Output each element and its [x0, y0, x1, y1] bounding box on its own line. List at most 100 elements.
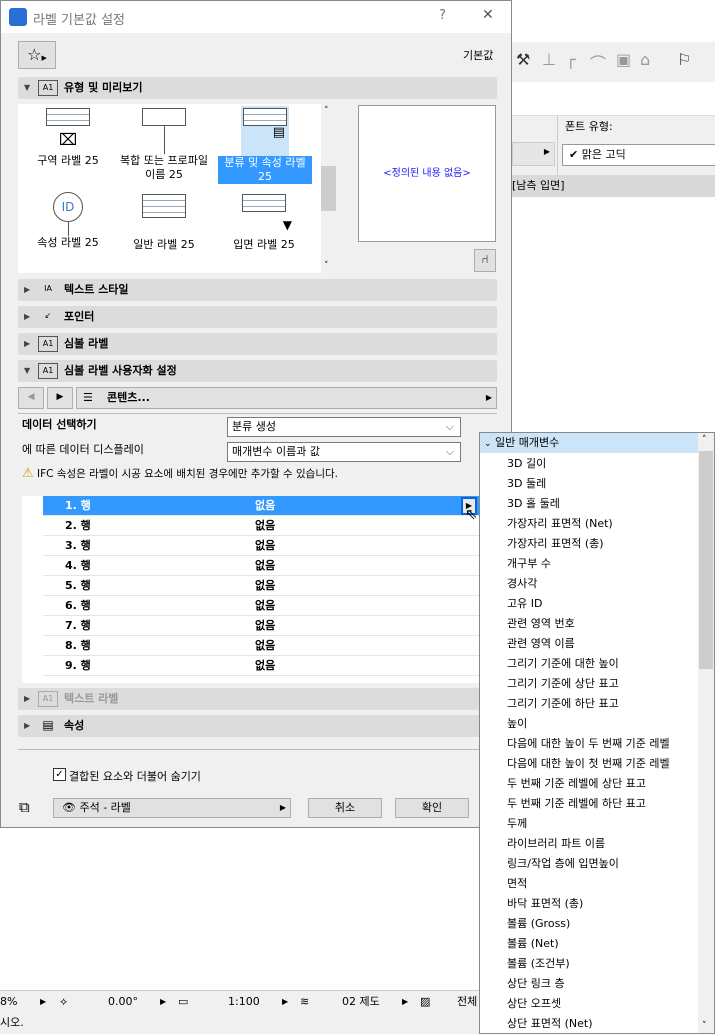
ruler-icon: ▭: [178, 995, 189, 1008]
tool-icon[interactable]: ┌: [566, 50, 576, 69]
cancel-button[interactable]: 취소: [308, 798, 382, 818]
rows-table: 1. 행 없음 2. 행 없음 3. 행 없음 4. 행 없음 5. 행 없음 6. 행 없음 7. 행…: [22, 496, 479, 683]
label-type-item[interactable]: 일반 라벨 25: [118, 194, 210, 252]
chevron-down-icon: ⌄: [484, 439, 492, 449]
prev-button[interactable]: ◀: [18, 387, 44, 409]
symbol-custom-icon: A1: [38, 363, 58, 379]
section-pointer[interactable]: ▶ ↙ 포인터: [18, 306, 497, 328]
data-select-dropdown[interactable]: 분류 생성 ⌵: [227, 417, 461, 437]
section-text-style[interactable]: ▶ IA 텍스트 스타일: [18, 279, 497, 301]
parameter-item[interactable]: 관련 영역 이름: [507, 634, 575, 654]
section-type-preview[interactable]: ▼ A1 유형 및 미리보기: [18, 77, 497, 99]
parameter-item[interactable]: 높이: [507, 714, 527, 734]
parameter-item[interactable]: 개구부 수: [507, 554, 551, 574]
parameter-item[interactable]: 상단 표면적 (Net): [507, 1014, 593, 1034]
toolbar: ⚒ ⊥ ┌ ⌒ ▣ ⌂ ⚐: [512, 42, 715, 82]
arrow-icon[interactable]: ▶: [40, 991, 46, 1013]
table-row[interactable]: 9. 행 없음: [43, 656, 479, 676]
parameter-item[interactable]: 상단 오프셋: [507, 994, 561, 1014]
model-view-value[interactable]: 전체: [457, 991, 477, 1013]
parameter-group-header[interactable]: ⌄ 일반 매개변수: [480, 433, 698, 453]
label-type-item[interactable]: ⌧ 구역 라벨 25: [22, 108, 114, 168]
parameter-item[interactable]: 다음에 대한 높이 두 번째 기준 레벨: [507, 734, 670, 754]
parameter-item[interactable]: 3D 둘레: [507, 474, 546, 494]
table-row[interactable]: 4. 행 없음: [43, 556, 479, 576]
parameter-item[interactable]: 두께: [507, 814, 527, 834]
scrollbar-thumb[interactable]: [321, 166, 336, 211]
parameter-item[interactable]: 면적: [507, 874, 527, 894]
parameter-item[interactable]: 고유 ID: [507, 594, 542, 614]
text-label-icon: A1: [38, 691, 58, 707]
parameter-item[interactable]: 바닥 표면적 (총): [507, 894, 583, 914]
section-symbol-custom[interactable]: ▼ A1 심볼 라벨 사용자화 설정: [18, 360, 497, 382]
section-properties[interactable]: ▶ ▤ 속성: [18, 715, 497, 737]
table-row[interactable]: 5. 행 없음: [43, 576, 479, 596]
scale-value[interactable]: 1:100: [228, 991, 260, 1013]
parameter-item[interactable]: 3D 길이: [507, 454, 546, 474]
content-dropdown[interactable]: ☰ 콘텐츠... ▶: [76, 387, 497, 409]
parameter-item[interactable]: 3D 홀 둘레: [507, 494, 560, 514]
grid-scrollbar[interactable]: ˄ ˅: [321, 104, 336, 273]
label-type-item[interactable]: 복합 또는 프로파일 이름 25: [118, 108, 210, 182]
parameter-item[interactable]: 두 번째 기준 레벨에 상단 표고: [507, 774, 646, 794]
tool-icon[interactable]: ⚒: [516, 50, 530, 69]
dialog-title: 라벨 기본값 설정: [33, 13, 125, 28]
row-name: 3. 행: [65, 539, 91, 552]
parameter-item[interactable]: 링크/작업 층에 입면높이: [507, 854, 619, 874]
parameter-item[interactable]: 두 번째 기준 레벨에 하단 표고: [507, 794, 646, 814]
arrow-icon[interactable]: ▶: [282, 991, 288, 1013]
row-value: 없음: [255, 539, 276, 552]
scrollbar-thumb[interactable]: [699, 451, 713, 669]
hide-checkbox[interactable]: ✓: [53, 768, 66, 781]
list-scrollbar[interactable]: ˄ ˅: [698, 433, 714, 1033]
close-button[interactable]: ✕: [482, 7, 494, 23]
table-row[interactable]: 7. 행 없음: [43, 616, 479, 636]
parameter-item[interactable]: 다음에 대한 높이 첫 번째 기준 레벨: [507, 754, 670, 774]
table-row[interactable]: 3. 행 없음: [43, 536, 479, 556]
parameter-item[interactable]: 볼륨 (Gross): [507, 914, 570, 934]
favorites-button[interactable]: ☆▶: [18, 41, 56, 69]
help-button[interactable]: ?: [439, 8, 446, 23]
next-button[interactable]: ▶: [47, 387, 73, 409]
list-icon: ☰: [83, 391, 93, 404]
flag-icon[interactable]: ⚐: [677, 50, 691, 69]
parameter-item[interactable]: 볼륨 (조건부): [507, 954, 570, 974]
tool-icon[interactable]: ⊥: [542, 50, 556, 69]
chair-preview-button[interactable]: ⑁: [474, 249, 496, 272]
angle-value[interactable]: 0.00°: [108, 991, 138, 1013]
parameter-item[interactable]: 라이브러리 파트 이름: [507, 834, 605, 854]
data-display-dropdown[interactable]: 매개변수 이름과 값 ⌵: [227, 442, 461, 462]
zoom-value[interactable]: 8%: [0, 991, 17, 1013]
parameter-item[interactable]: 볼륨 (Net): [507, 934, 559, 954]
parameter-item[interactable]: 그리기 기준에 상단 표고: [507, 674, 619, 694]
label-type-item[interactable]: ID 속성 라벨 25: [22, 192, 114, 250]
label-type-item-selected[interactable]: ▤ 분류 및 속성 라벨 25: [218, 106, 312, 184]
home-icon[interactable]: ⌂: [640, 50, 650, 69]
table-row[interactable]: 1. 행 없음: [43, 496, 479, 516]
tool-icon[interactable]: ⌒: [590, 50, 606, 74]
parameter-item[interactable]: 그리기 기준에 대한 높이: [507, 654, 619, 674]
arrow-icon[interactable]: ▶: [402, 991, 408, 1013]
ok-button[interactable]: 확인: [395, 798, 469, 818]
table-row[interactable]: 2. 행 없음: [43, 516, 479, 536]
data-select-label: 데이터 선택하기: [22, 418, 97, 431]
table-row[interactable]: 6. 행 없음: [43, 596, 479, 616]
eye-icon: 👁: [62, 801, 76, 814]
parameter-item[interactable]: 상단 링크 층: [507, 974, 565, 994]
view-name: [남측 입면]: [512, 175, 715, 197]
label-type-item[interactable]: ▼ 입면 라벨 25: [218, 194, 310, 252]
arrow-icon[interactable]: ▶: [160, 991, 166, 1013]
parameter-item[interactable]: 가장자리 표면적 (Net): [507, 514, 613, 534]
table-row[interactable]: [43, 676, 479, 683]
section-symbol-label[interactable]: ▶ A1 심볼 라벨: [18, 333, 497, 355]
parameter-item[interactable]: 관련 영역 번호: [507, 614, 575, 634]
parameter-item[interactable]: 그리기 기준에 하단 표고: [507, 694, 619, 714]
parameter-item[interactable]: 경사각: [507, 574, 537, 594]
parameter-item[interactable]: 가장자리 표면적 (총): [507, 534, 604, 554]
layer-combo-value[interactable]: 02 제도: [342, 991, 380, 1013]
layer-dropdown[interactable]: 👁 주석 - 라벨 ▶: [53, 798, 291, 818]
table-row[interactable]: 8. 행 없음: [43, 636, 479, 656]
expand-button[interactable]: ▶: [512, 142, 555, 166]
font-select[interactable]: ✔ 맑은 고딕: [562, 144, 715, 166]
tool-icon[interactable]: ▣: [616, 50, 631, 69]
